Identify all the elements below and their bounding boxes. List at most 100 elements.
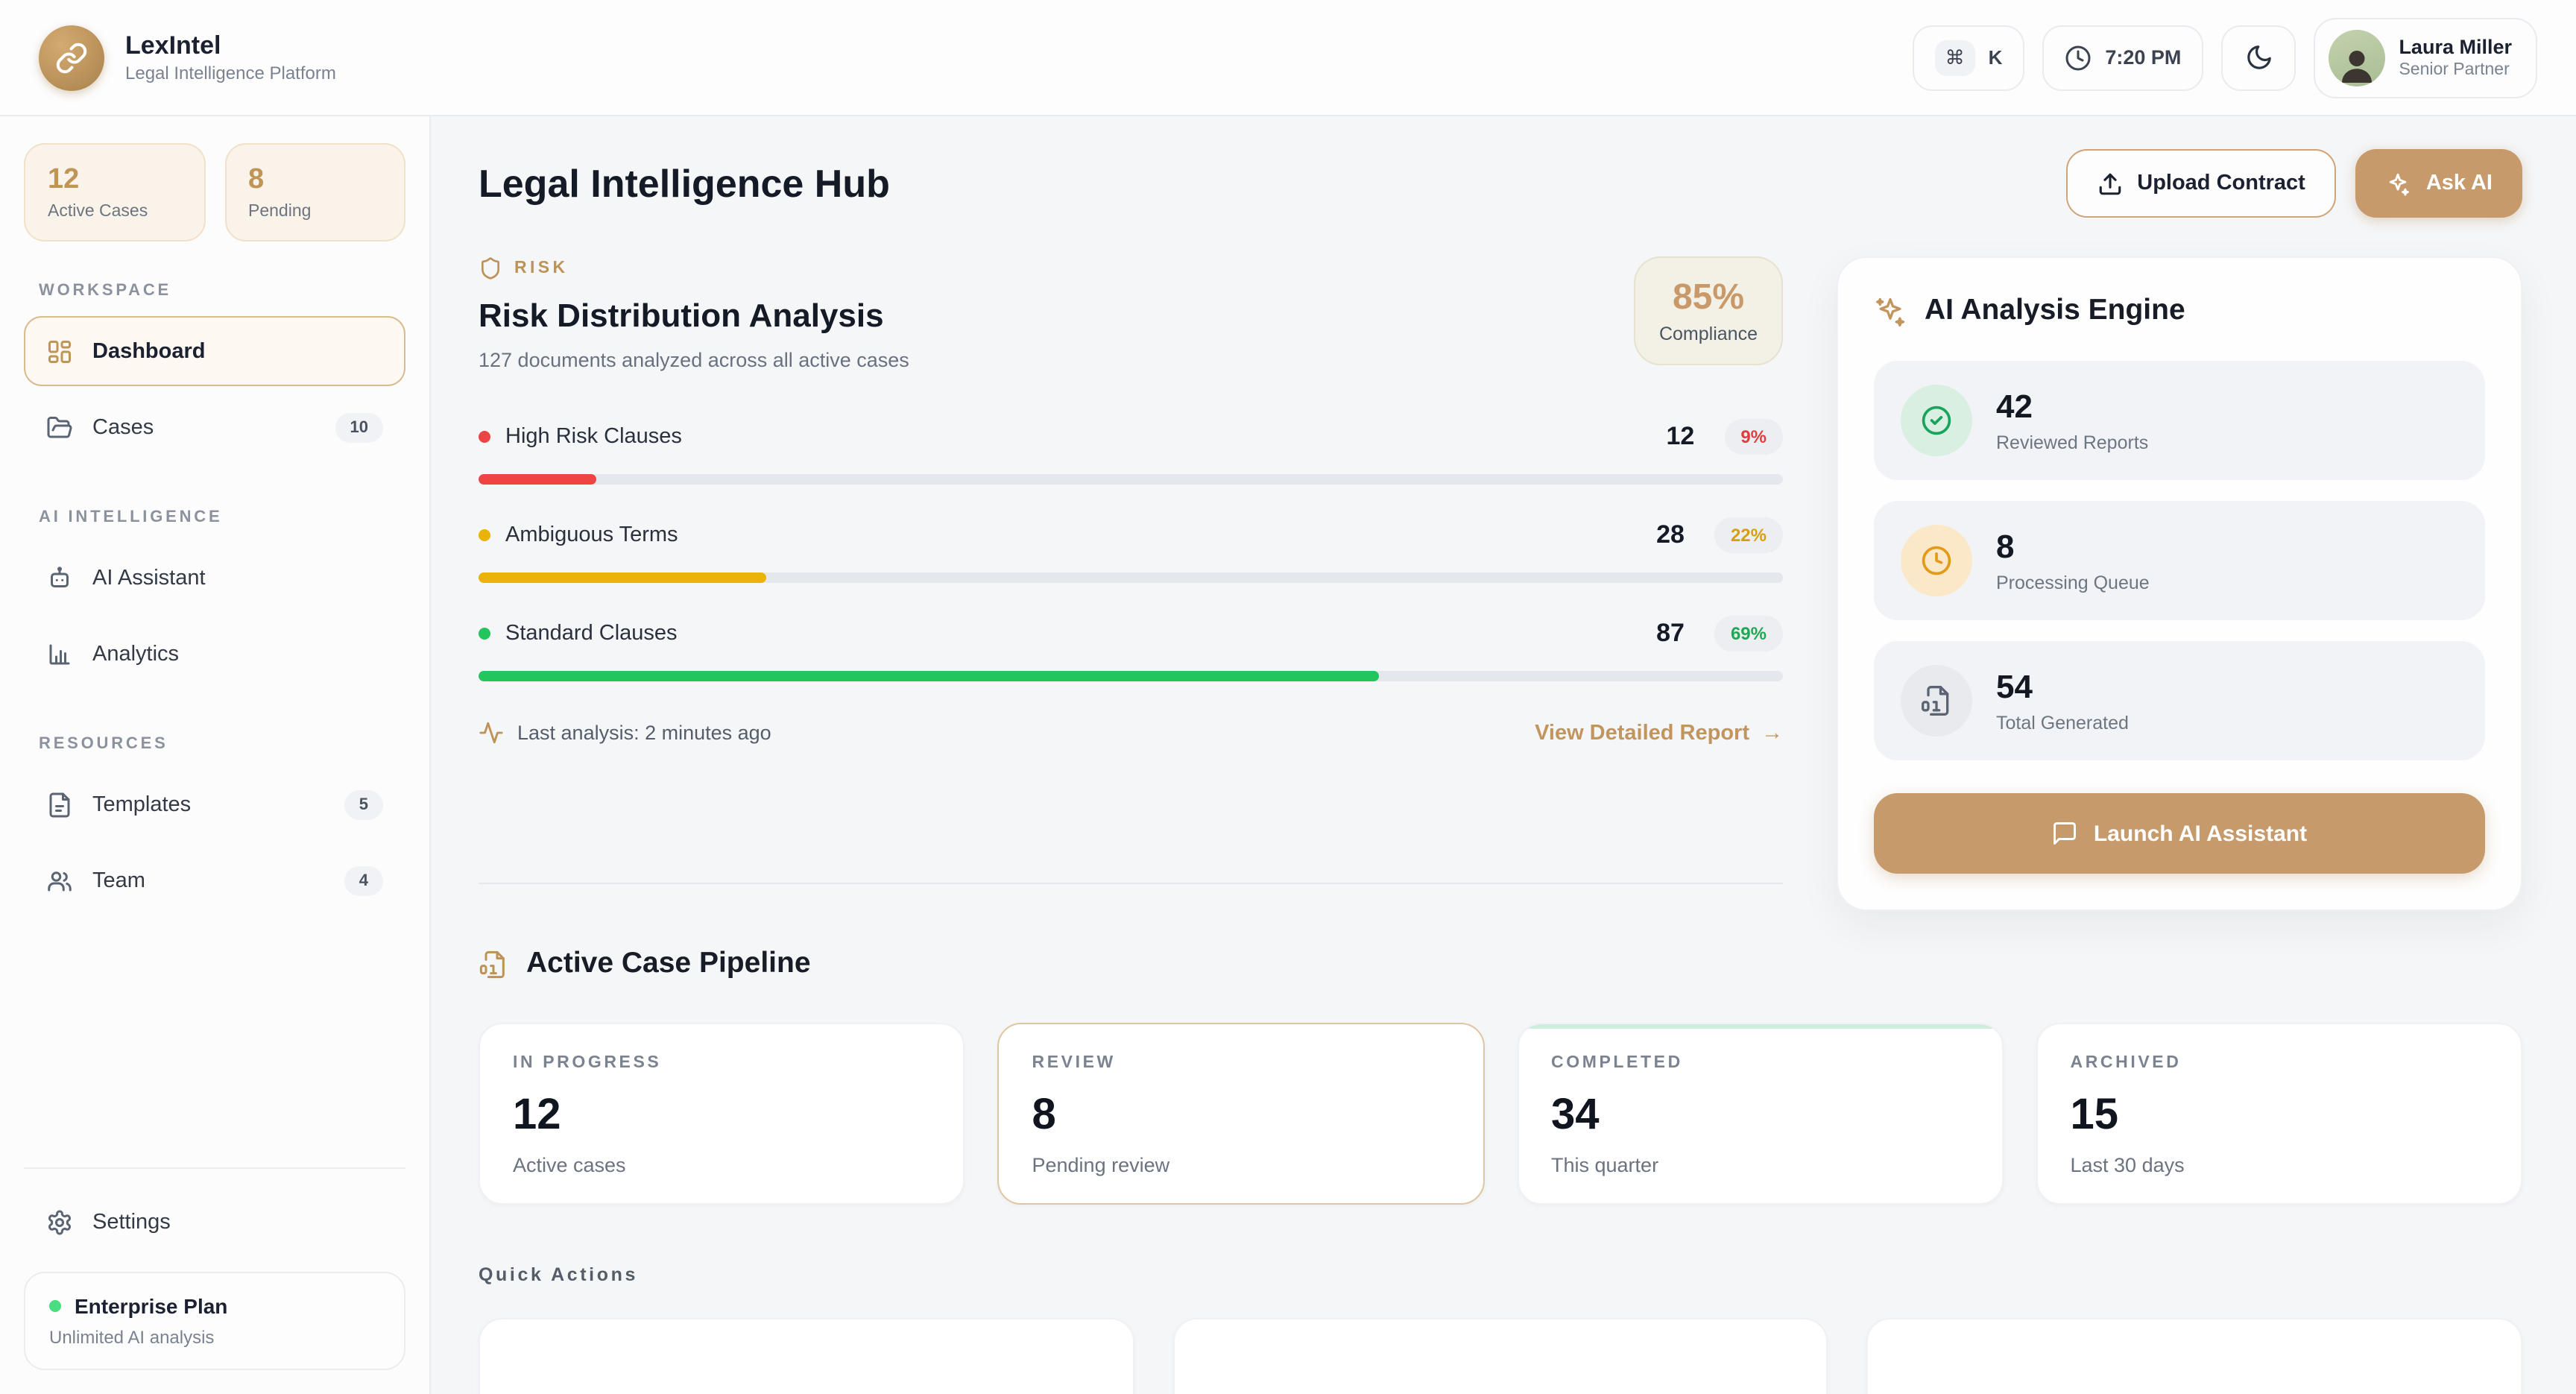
risk-row-label: High Risk Clauses [505, 425, 682, 449]
pipeline-cards: IN PROGRESS 12 Active cases REVIEW 8 Pen… [479, 1023, 2522, 1205]
section-divider [479, 883, 1783, 884]
pipeline-stage-sublabel: Last 30 days [2071, 1154, 2489, 1176]
brand: LexIntel Legal Intelligence Platform [39, 25, 336, 90]
command-palette-shortcut[interactable]: ⌘ K [1913, 25, 2025, 90]
quick-action-card[interactable] [1172, 1318, 1828, 1394]
launch-ai-assistant-label: Launch AI Assistant [2094, 821, 2307, 846]
risk-bar-fill [479, 474, 596, 485]
ai-stat-total-generated: 54 Total Generated [1874, 641, 2485, 760]
sidebar-item-label: Analytics [92, 642, 179, 666]
plan-card: Enterprise Plan Unlimited AI analysis [24, 1272, 405, 1370]
stat-value: 12 [48, 164, 181, 197]
quick-action-card[interactable] [1867, 1318, 2522, 1394]
risk-dot-green [479, 628, 490, 640]
quick-action-card[interactable] [479, 1318, 1134, 1394]
risk-row-value: 28 [1656, 520, 1685, 550]
sidebar-item-settings[interactable]: Settings [24, 1187, 405, 1257]
main-content: Legal Intelligence Hub Upload Contract [431, 116, 2576, 1394]
plan-status-dot [49, 1300, 61, 1312]
sparkles-icon [1874, 294, 1907, 327]
app-window: LexIntel Legal Intelligence Platform ⌘ K… [0, 0, 2576, 1394]
pipeline-stage-sublabel: Pending review [1032, 1154, 1450, 1176]
sidebar-item-team[interactable]: Team 4 [24, 845, 405, 915]
page-title: Legal Intelligence Hub [479, 160, 890, 206]
user-menu[interactable]: Laura Miller Senior Partner [2314, 17, 2537, 98]
risk-bar-fill [479, 573, 765, 583]
ai-stat-label: Processing Queue [1996, 573, 2150, 593]
stat-card-active-cases: 12 Active Cases [24, 143, 205, 242]
sidebar-item-templates[interactable]: Templates 5 [24, 769, 405, 839]
page-header: Legal Intelligence Hub Upload Contract [479, 149, 2522, 218]
view-detailed-report-link[interactable]: View Detailed Report → [1535, 721, 1783, 745]
time-label: 7:20 PM [2105, 46, 2181, 69]
risk-eyebrow: RISK [514, 259, 569, 277]
risk-row-ambiguous: Ambiguous Terms 28 22% [479, 517, 1783, 583]
risk-bar-fill [479, 671, 1379, 681]
user-role: Senior Partner [2399, 60, 2512, 78]
shortcut-key-label: K [1989, 46, 2003, 69]
stat-value: 8 [248, 164, 382, 197]
stat-label: Pending [248, 203, 382, 221]
stat-card-pending: 8 Pending [224, 143, 405, 242]
sidebar-item-analytics[interactable]: Analytics [24, 619, 405, 689]
activity-icon [479, 720, 504, 745]
risk-row-standard: Standard Clauses 87 69% [479, 616, 1783, 681]
brand-name: LexIntel [125, 31, 336, 60]
risk-section: RISK Risk Distribution Analysis 127 docu… [479, 256, 1783, 981]
section-label-ai-intelligence: AI INTELLIGENCE [39, 508, 391, 526]
sidebar: 12 Active Cases 8 Pending WORKSPACE Dash… [0, 116, 431, 1394]
gear-icon [46, 1208, 73, 1235]
upload-contract-label: Upload Contract [2137, 171, 2305, 195]
pipeline-stage-sublabel: This quarter [1551, 1154, 1969, 1176]
launch-ai-assistant-button[interactable]: Launch AI Assistant [1874, 793, 2485, 874]
risk-rows: High Risk Clauses 12 9% Ambiguou [479, 419, 1783, 681]
pipeline-stage-label: COMPLETED [1551, 1054, 1969, 1072]
sidebar-item-cases[interactable]: Cases 10 [24, 392, 405, 462]
sidebar-stats: 12 Active Cases 8 Pending [24, 143, 405, 242]
pipeline-card-in-progress[interactable]: IN PROGRESS 12 Active cases [479, 1023, 965, 1205]
sidebar-item-dashboard[interactable]: Dashboard [24, 316, 405, 386]
dark-mode-toggle[interactable] [2221, 25, 2296, 90]
team-count-badge: 4 [344, 865, 383, 895]
risk-row-value: 87 [1656, 619, 1685, 649]
ai-stat-value: 42 [1996, 388, 2148, 426]
pipeline-stage-label: IN PROGRESS [513, 1054, 931, 1072]
risk-bar-track [479, 671, 1783, 681]
chart-icon [46, 640, 73, 667]
clock-icon [2065, 44, 2092, 71]
risk-row-label: Standard Clauses [505, 622, 678, 646]
brand-subtitle: Legal Intelligence Platform [125, 63, 336, 84]
upload-contract-button[interactable]: Upload Contract [2065, 149, 2337, 218]
upload-icon [2097, 171, 2122, 196]
risk-row-high: High Risk Clauses 12 9% [479, 419, 1783, 485]
clock-display: 7:20 PM [2042, 25, 2203, 90]
avatar [2329, 29, 2385, 86]
dashboard-icon [46, 338, 73, 365]
shield-icon [479, 256, 502, 280]
pipeline-stage-label: ARCHIVED [2071, 1054, 2489, 1072]
pipeline-stage-label: REVIEW [1032, 1054, 1450, 1072]
file-icon [46, 791, 73, 818]
folder-icon [46, 414, 73, 441]
pipeline-stage-sublabel: Active cases [513, 1154, 931, 1176]
risk-row-percent-badge: 69% [1714, 616, 1783, 652]
risk-row-percent-badge: 9% [1724, 419, 1783, 455]
pipeline-card-archived[interactable]: ARCHIVED 15 Last 30 days [2036, 1023, 2523, 1205]
pipeline-card-review[interactable]: REVIEW 8 Pending review [998, 1023, 1485, 1205]
ai-engine-title: AI Analysis Engine [1925, 294, 2185, 328]
pipeline-card-completed[interactable]: COMPLETED 34 This quarter [1517, 1023, 2004, 1205]
quick-actions [479, 1318, 2522, 1394]
stat-label: Active Cases [48, 203, 181, 221]
clock-icon [1901, 525, 1972, 596]
sidebar-item-label: Settings [92, 1210, 171, 1234]
link-icon [55, 41, 88, 74]
sidebar-item-label: AI Assistant [92, 566, 206, 590]
ai-stat-label: Reviewed Reports [1996, 432, 2148, 453]
pipeline-stage-value: 12 [513, 1091, 931, 1141]
sidebar-item-ai-assistant[interactable]: AI Assistant [24, 543, 405, 613]
brand-logo [39, 25, 104, 90]
ai-stat-processing-queue: 8 Processing Queue [1874, 501, 2485, 620]
ask-ai-button[interactable]: Ask AI [2356, 149, 2522, 218]
sidebar-item-label: Team [92, 868, 145, 892]
command-key-icon: ⌘ [1935, 40, 1975, 75]
